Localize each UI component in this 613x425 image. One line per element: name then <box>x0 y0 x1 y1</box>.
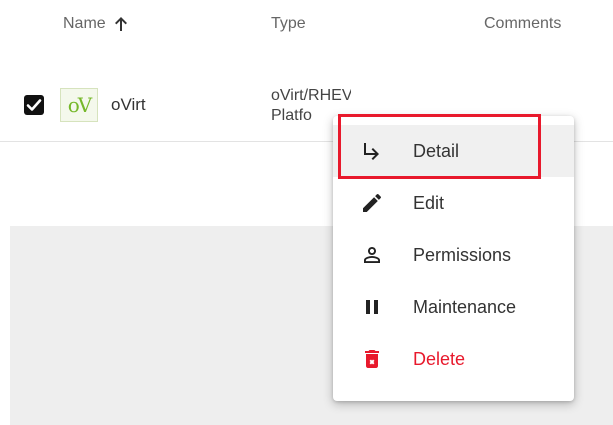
column-header-type[interactable]: Type <box>271 15 306 33</box>
menu-item-edit[interactable]: Edit <box>333 177 574 229</box>
menu-item-delete-label: Delete <box>413 348 466 369</box>
column-header-comments-label: Comments <box>484 15 562 32</box>
menu-item-maintenance-label: Maintenance <box>413 296 517 317</box>
menu-item-permissions-label: Permissions <box>413 244 512 265</box>
row-checkbox[interactable] <box>24 95 44 115</box>
table-header: Name Type Comments <box>0 0 613 76</box>
menu-item-edit-label: Edit <box>413 192 445 213</box>
menu-item-permissions[interactable]: Permissions <box>333 229 574 281</box>
column-header-name[interactable]: Name <box>63 15 128 33</box>
pencil-icon <box>360 191 384 215</box>
trash-icon <box>360 347 384 371</box>
column-header-type-label: Type <box>271 15 306 32</box>
ovirt-logo: oV <box>60 88 98 122</box>
ovirt-logo-text: oV <box>67 93 93 117</box>
menu-item-delete[interactable]: Delete <box>333 333 574 385</box>
menu-item-detail[interactable]: Detail <box>333 125 574 177</box>
checkmark-icon <box>26 99 42 111</box>
arrow-up-icon[interactable] <box>114 16 128 32</box>
pause-icon <box>360 295 384 319</box>
subdirectory-arrow-icon <box>360 139 384 163</box>
context-menu: Detail Edit Permissions Maintenance Dele… <box>333 116 574 401</box>
column-header-name-label: Name <box>63 15 106 32</box>
menu-item-maintenance[interactable]: Maintenance <box>333 281 574 333</box>
person-icon <box>360 243 384 267</box>
column-header-comments[interactable]: Comments <box>484 15 561 33</box>
menu-item-detail-label: Detail <box>413 140 460 161</box>
row-name-link[interactable]: oVirt <box>111 95 146 115</box>
